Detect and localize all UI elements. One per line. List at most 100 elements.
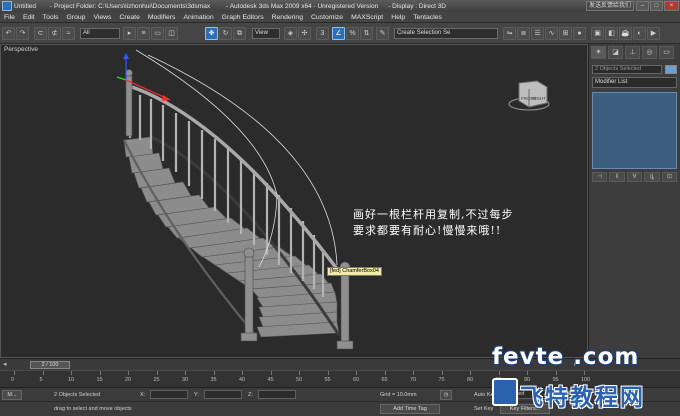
display-driver: - Display : Direct 3D [388, 2, 446, 10]
feedback-button[interactable]: 发送反馈给我们 [586, 1, 634, 11]
minimize-icon[interactable]: – [636, 1, 649, 11]
make-unique-icon[interactable]: ∀ [626, 172, 643, 182]
stack-toolbar: ⊣ ǁ ∀ ȡ ⊡ [592, 172, 678, 182]
window-crossing-icon[interactable]: ◫ [165, 27, 178, 40]
curve-editor-icon[interactable]: ∿ [545, 27, 558, 40]
ruler-tick-mark [356, 371, 357, 375]
render-setup-icon[interactable]: ▣ [591, 27, 604, 40]
undo-icon[interactable]: ↶ [2, 27, 15, 40]
maxscript-listener-button[interactable]: M... [2, 390, 22, 400]
prev-frame-icon[interactable]: ◂ [3, 360, 7, 368]
bind-space-warp-icon[interactable]: ≈ [62, 27, 75, 40]
create-tab-icon[interactable]: ✶ [591, 46, 606, 59]
show-end-result-icon[interactable]: ǁ [609, 172, 625, 182]
redo-icon[interactable]: ↷ [16, 27, 29, 40]
ruler-tick-label: 75 [438, 377, 445, 383]
quick-render-icon[interactable]: ☕ [619, 27, 632, 40]
select-and-move-icon[interactable]: ✥ [205, 27, 218, 40]
link-icon[interactable]: ⊂ [34, 27, 47, 40]
x-coordinate-field[interactable] [150, 390, 188, 399]
rectangular-selection-icon[interactable]: ▭ [151, 27, 164, 40]
selection-filter-dropdown[interactable]: All [80, 28, 120, 39]
modifier-list-dropdown[interactable]: Modifier List [592, 77, 677, 88]
ruler-tick-mark [327, 371, 329, 375]
menu-file[interactable]: File [0, 14, 19, 21]
reference-coordinate-dropdown[interactable]: View [252, 28, 280, 39]
snaps-toggle-icon[interactable]: 3 [316, 27, 329, 40]
mirror-icon[interactable]: ⇋ [503, 27, 516, 40]
ruler-tick-label: 50 [296, 377, 303, 383]
ruler-tick-label: 60 [353, 377, 360, 383]
maximize-icon[interactable]: □ [650, 1, 663, 11]
menu-customize[interactable]: Customize [307, 14, 347, 21]
hierarchy-tab-icon[interactable]: ⊥ [625, 46, 640, 59]
schematic-view-icon[interactable]: ⊞ [559, 27, 572, 40]
title-bar: Untitled - Project Folder: C:\Users\lizh… [0, 0, 680, 12]
rendered-frame-window-icon[interactable]: ◧ [605, 27, 618, 40]
y-coordinate-field[interactable] [204, 390, 242, 399]
percent-snap-icon[interactable]: % [346, 27, 359, 40]
named-selection-dropdown[interactable]: Create Selection Se [394, 28, 498, 39]
ruler-tick-label: 55 [324, 377, 331, 383]
ruler-tick-label: 70 [410, 377, 417, 383]
material-editor-icon[interactable]: ● [573, 27, 586, 40]
menu-views[interactable]: Views [89, 14, 115, 21]
select-manipulate-icon[interactable]: ✣ [298, 27, 311, 40]
menu-modifiers[interactable]: Modifiers [144, 14, 180, 21]
unlink-icon[interactable]: ⊄ [48, 27, 61, 40]
object-color-swatch[interactable] [665, 65, 677, 74]
modifier-stack[interactable] [592, 92, 677, 169]
spinner-snap-icon[interactable]: ⇅ [360, 27, 373, 40]
ruler-tick-mark [14, 371, 15, 375]
perspective-viewport[interactable]: Perspective FRONT RIGHT 画好一根栏杆用复制,不过每步 要… [0, 44, 588, 358]
menu-group[interactable]: Group [63, 14, 90, 21]
watermark-logo-icon [492, 378, 518, 406]
object-tooltip: [fed] ChamferBox04 [327, 267, 382, 276]
select-by-name-icon[interactable]: ≡ [137, 27, 150, 40]
ruler-tick-label: 10 [68, 377, 75, 383]
pin-stack-icon[interactable]: ⊣ [592, 172, 608, 182]
ruler-tick-label: 35 [210, 377, 217, 383]
pivot-center-icon[interactable]: ◈ [284, 27, 297, 40]
modify-tab-icon[interactable]: ◪ [608, 46, 623, 59]
x-label: X: [140, 392, 146, 398]
object-name-field[interactable]: 2 Objects Selected [592, 65, 662, 74]
add-time-tag-button[interactable]: Add Time Tag [380, 404, 440, 414]
menu-help[interactable]: Help [387, 14, 409, 21]
layer-manager-icon[interactable]: ☰ [531, 27, 544, 40]
menu-maxscript[interactable]: MAXScript [347, 14, 387, 21]
ruler-tick-mark [270, 371, 272, 375]
time-slider[interactable]: 2 / 100 [30, 361, 70, 369]
menu-create[interactable]: Create [115, 14, 143, 21]
ruler-tick-mark [185, 371, 186, 375]
align-icon[interactable]: ≣ [517, 27, 530, 40]
close-icon[interactable]: × [664, 1, 679, 11]
activeshade-icon[interactable]: ◐ [633, 27, 646, 40]
menu-rendering[interactable]: Rendering [268, 14, 307, 21]
edit-named-selection-icon[interactable]: ✎ [376, 27, 389, 40]
menu-graph-editors[interactable]: Graph Editors [218, 14, 268, 21]
motion-tab-icon[interactable]: ◎ [642, 46, 657, 59]
render-icon[interactable]: ▶ [647, 27, 660, 40]
remove-modifier-icon[interactable]: ȡ [644, 172, 660, 182]
app-icon[interactable] [2, 1, 12, 11]
menu-edit[interactable]: Edit [19, 14, 39, 21]
transform-gizmo [116, 53, 171, 101]
z-coordinate-field[interactable] [258, 390, 296, 399]
command-panel: ✶ ◪ ⊥ ◎ ▭ 2 Objects Selected Modifier Li… [588, 44, 680, 358]
site-watermark: fevte .com 飞特教程网 [484, 340, 680, 416]
viewcube: FRONT RIGHT [508, 80, 550, 111]
ruler-tick-mark [470, 371, 471, 375]
display-tab-icon[interactable]: ▭ [659, 46, 674, 59]
angle-snap-icon[interactable]: ∠ [332, 27, 345, 40]
select-object-icon[interactable]: ▸ [123, 27, 136, 40]
ruler-tick-mark [299, 371, 300, 375]
menu-tools[interactable]: Tools [39, 14, 63, 21]
select-and-scale-icon[interactable]: ⧉ [233, 27, 246, 40]
menu-animation[interactable]: Animation [179, 14, 217, 21]
menu-tentacles[interactable]: Tentacles [409, 14, 446, 21]
auto-key-icon[interactable]: ◷ [440, 390, 452, 400]
select-and-rotate-icon[interactable]: ↻ [219, 27, 232, 40]
configure-sets-icon[interactable]: ⊡ [661, 172, 678, 182]
ruler-tick-mark [213, 371, 215, 375]
